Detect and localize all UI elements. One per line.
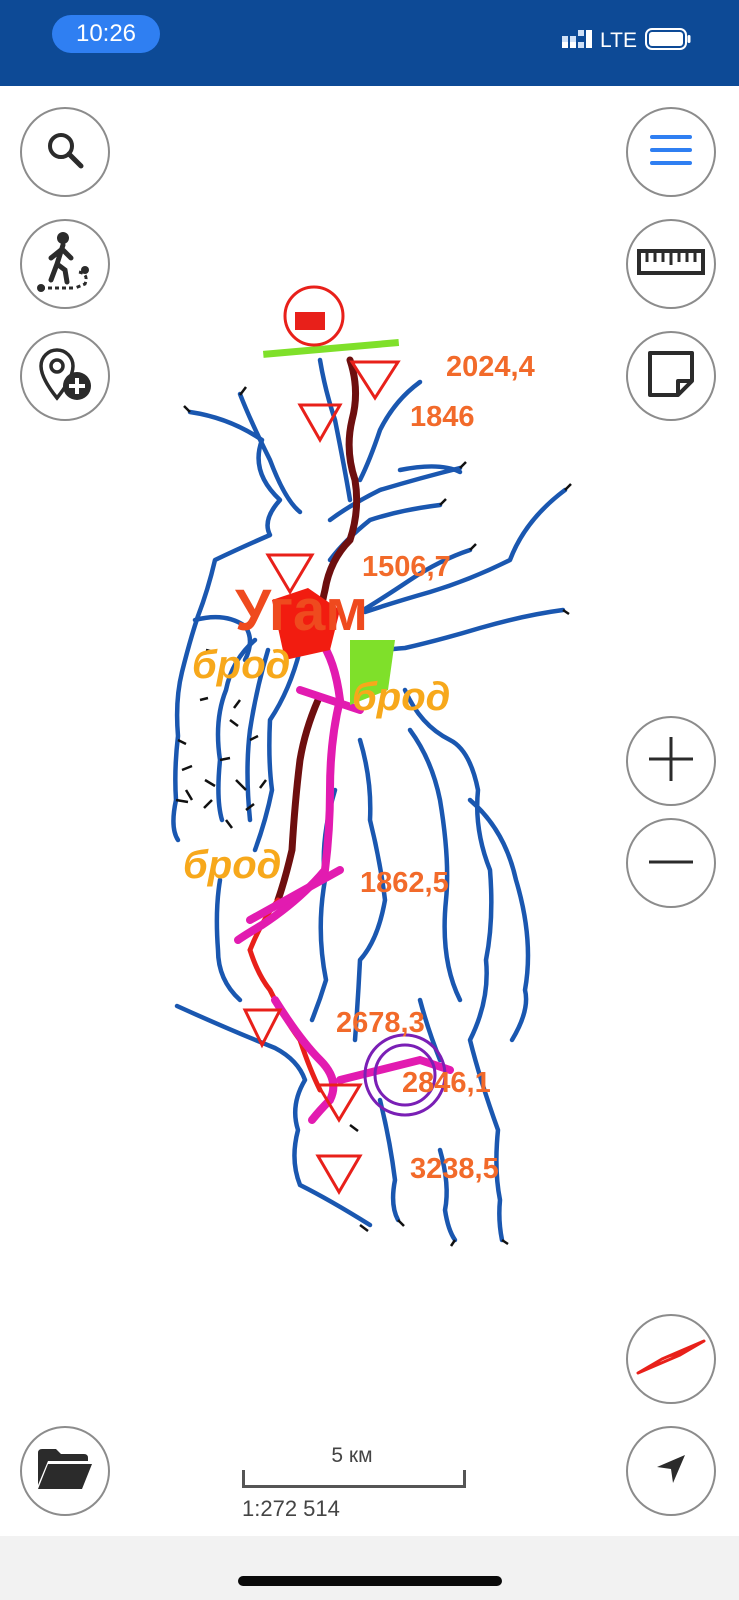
scale-distance: 5 км (331, 1444, 373, 1467)
compass-button[interactable] (626, 1314, 716, 1404)
status-time: 10:26 (52, 15, 160, 53)
open-files-button[interactable] (20, 1426, 110, 1516)
search-icon (44, 129, 86, 176)
zoom-out-icon (646, 854, 696, 872)
track-recording-button[interactable] (20, 219, 110, 309)
place-label: Угам (235, 578, 368, 643)
add-place-icon (35, 344, 95, 409)
zoom-in-button[interactable] (626, 716, 716, 806)
ruler-icon (637, 248, 705, 280)
search-button[interactable] (20, 107, 110, 197)
map-canvas[interactable]: Угам брод брод брод 2024,4 1846 1506,7 1… (0, 86, 739, 1536)
folder-icon (36, 1447, 94, 1496)
status-indicators: LTE (562, 26, 691, 56)
network-type: LTE (600, 29, 637, 52)
menu-button[interactable] (626, 107, 716, 197)
peak-label: 1846 (410, 401, 475, 433)
note-icon (646, 349, 696, 404)
peak-label: 3238,5 (410, 1153, 499, 1185)
ford-label-3: брод (183, 843, 281, 887)
rivers (171, 357, 568, 1243)
hiker-route-icon (33, 230, 97, 299)
map-view[interactable]: Угам брод брод брод 2024,4 1846 1506,7 1… (0, 86, 739, 1536)
menu-icon (650, 133, 692, 172)
my-location-button[interactable] (626, 1426, 716, 1516)
battery-icon (645, 27, 691, 55)
peak-label: 2678,3 (336, 1007, 425, 1039)
peak-label: 2024,4 (446, 351, 535, 383)
map-labels: Угам брод брод брод 2024,4 1846 1506,7 1… (183, 351, 535, 1185)
notes-button[interactable] (626, 331, 716, 421)
peak-label: 1506,7 (362, 551, 451, 583)
trail-black-ticks (175, 386, 572, 1247)
home-indicator[interactable] (238, 1576, 502, 1586)
compass-icon (636, 1337, 706, 1382)
add-place-button[interactable] (20, 331, 110, 421)
ford-label-2: брод (352, 675, 450, 719)
zoom-in-icon (646, 734, 696, 789)
ford-label-1: брод (192, 643, 290, 687)
measure-button[interactable] (626, 219, 716, 309)
zoom-out-button[interactable] (626, 818, 716, 908)
peak-label: 2846,1 (402, 1067, 491, 1099)
status-bar: 10:26 LTE (0, 0, 739, 86)
scale-ratio: 1:272 514 (242, 1496, 340, 1521)
signal-icon (562, 29, 593, 54)
home-area (0, 1536, 739, 1600)
peak-label: 1862,5 (360, 867, 449, 899)
navigation-arrow-icon (653, 1451, 689, 1492)
scale-bar (242, 1470, 466, 1488)
